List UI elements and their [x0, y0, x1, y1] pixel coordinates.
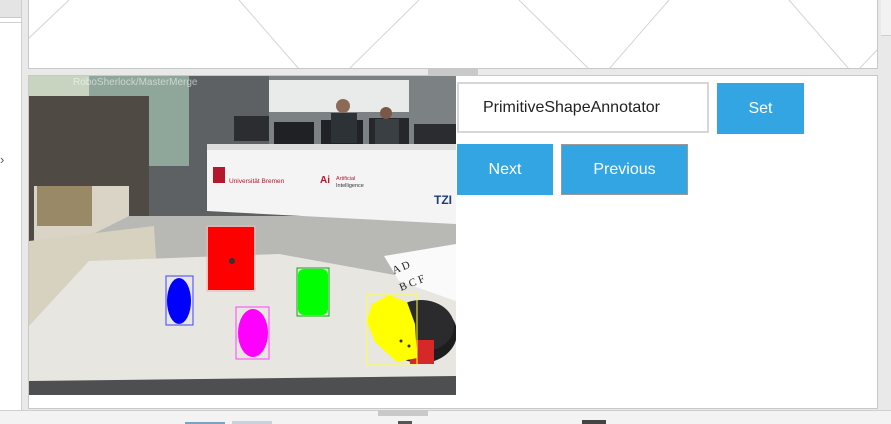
banner-university-text: Universität Bremen [229, 178, 285, 185]
camera-image-view: Universität Bremen Ai Artificial Intelli… [29, 76, 456, 395]
bottom-splitter-handle[interactable] [378, 410, 428, 416]
segment-red-object [206, 225, 256, 292]
top-image-panel [28, 0, 878, 69]
segment-green-object [296, 267, 330, 317]
banner-ai-text-2: Intelligence [336, 183, 364, 189]
next-button[interactable]: Next [457, 144, 553, 195]
left-panel-tab[interactable] [0, 0, 21, 18]
empty-image-placeholder [29, 0, 877, 68]
overlay-caption: RoboSherlock/MasterMerge [73, 77, 198, 88]
banner-ai-text: Artificial [336, 176, 355, 182]
banner-tzi-text: TZI [434, 193, 452, 207]
previous-button[interactable]: Previous [561, 144, 688, 195]
bottom-panel-strip [0, 410, 891, 424]
segmented-scene-image: Universität Bremen Ai Artificial Intelli… [29, 76, 456, 395]
left-panel-divider [0, 22, 21, 23]
annotator-panel: Universität Bremen Ai Artificial Intelli… [28, 75, 878, 409]
annotator-name-input[interactable] [457, 82, 709, 133]
svg-text:Ai: Ai [320, 175, 330, 186]
set-button[interactable]: Set [717, 83, 804, 134]
right-side-strip [879, 0, 891, 410]
left-side-panel: › [0, 0, 22, 410]
left-panel-chevron-icon[interactable]: › [0, 152, 4, 167]
bottom-panel-preview [185, 420, 606, 424]
right-panel-tab[interactable] [881, 0, 891, 36]
